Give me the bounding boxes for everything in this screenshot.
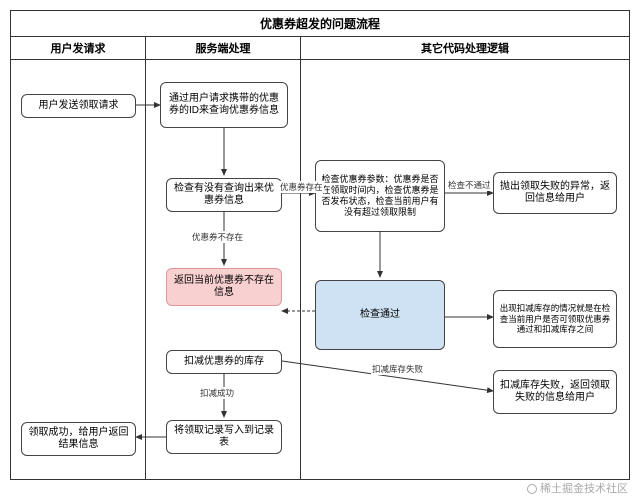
node-deduct-fail: 扣减库存失败，返回领取失败的信息给用户 [493, 370, 617, 414]
node-not-exist: 返回当前优惠券不存在信息 [166, 268, 282, 306]
lanes: 用户发请求 用户发送领取请求 领取成功，给用户返回结果信息 服务端处理 通过用户… [11, 37, 629, 479]
edge-deduct-fail: 扣减库存失败 [371, 363, 424, 375]
lane-server: 服务端处理 通过用户请求携带的优惠券的ID来查询优惠券信息 检查有没有查询出来优… [146, 37, 301, 479]
edge-deduct-ok: 扣减成功 [199, 387, 235, 399]
diagram-title: 优惠券超发的问题流程 [11, 11, 629, 37]
node-check-pass: 检查通过 [315, 280, 445, 350]
watermark: 稀土掘金技术社区 [527, 480, 628, 496]
watermark-text: 稀土掘金技术社区 [540, 483, 628, 495]
node-deduct: 扣减优惠券的库存 [166, 350, 282, 374]
node-check-query: 检查有没有查询出来优惠券信息 [166, 178, 282, 212]
node-write-log: 将领取记录写入到记录表 [166, 420, 282, 454]
lane-server-header: 服务端处理 [146, 37, 300, 60]
edge-not-exist: 优惠券不存在 [191, 231, 244, 243]
watermark-icon [527, 484, 537, 494]
node-race-note: 出现扣减库存的情况就是在检查当前用户是否可领取优惠券通过和扣减库存之间 [493, 290, 617, 348]
lane-user: 用户发请求 用户发送领取请求 领取成功，给用户返回结果信息 [11, 37, 146, 479]
node-check-params: 检查优惠券参数：优惠券是否在领取时间内，检查优惠券是否发布状态，检查当前用户有没… [315, 160, 445, 232]
lane-user-header: 用户发请求 [11, 37, 145, 60]
swimlane-container: 优惠券超发的问题流程 用户发请求 用户发送领取请求 领取成功，给用户返回结果信息… [10, 10, 630, 480]
node-throw-fail: 抛出领取失败的异常，返回信息给用户 [493, 172, 617, 214]
node-success: 领取成功，给用户返回结果信息 [21, 422, 136, 456]
lane-other-header: 其它代码处理逻辑 [301, 37, 629, 60]
lane-other: 其它代码处理逻辑 检查优惠券参数：优惠券是否在领取时间内，检查优惠券是否发布状态… [301, 37, 629, 479]
edge-check-fail: 检查不通过 [447, 179, 492, 191]
edge-exist: 优惠券存在 [279, 181, 324, 193]
node-query-info: 通过用户请求携带的优惠券的ID来查询优惠券信息 [160, 82, 288, 128]
node-user-send: 用户发送领取请求 [21, 94, 136, 118]
